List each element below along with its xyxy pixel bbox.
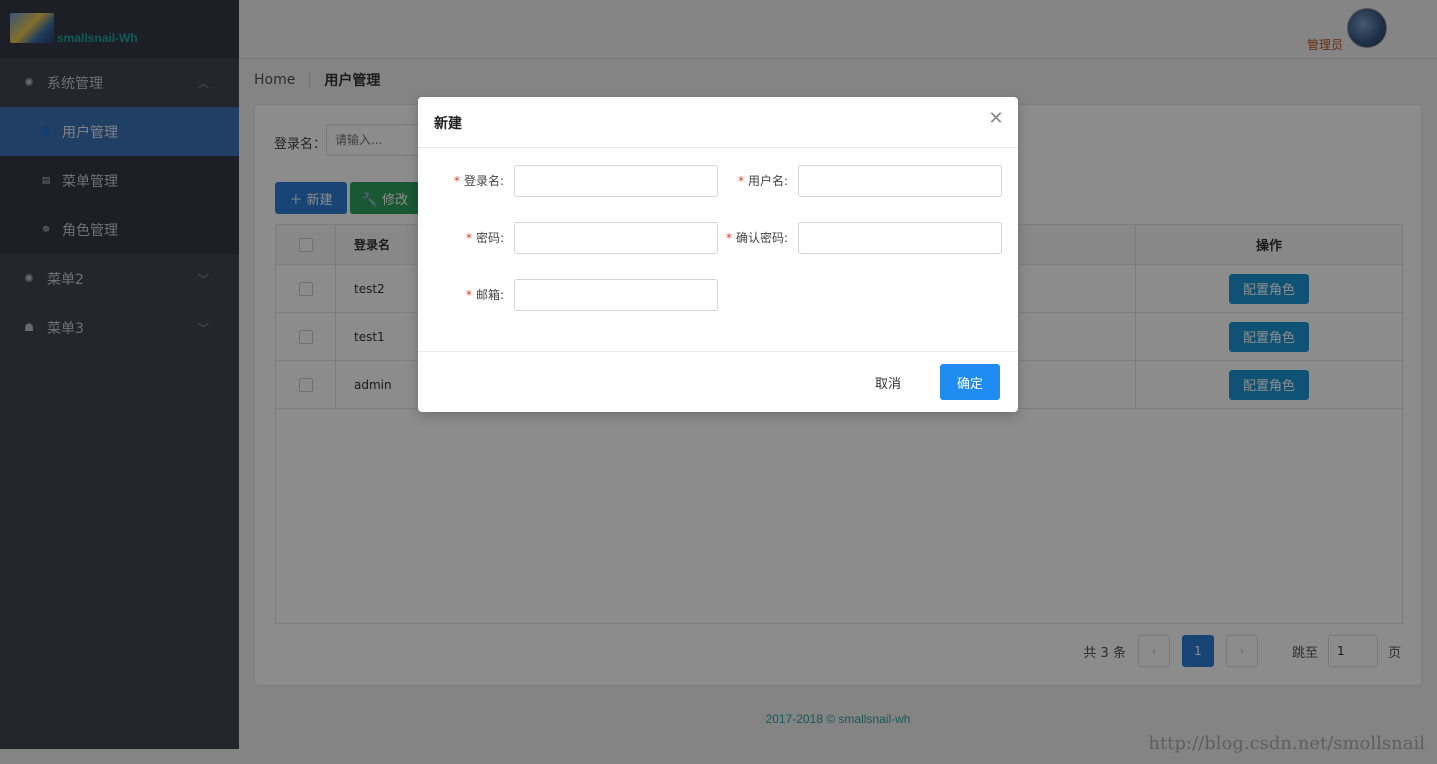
new-user-dialog: 新建 ✕ * 登录名: * 用户名: * 密码: * 确认密码: * 邮箱: 取消 确定 <box>418 97 1018 412</box>
login-name-label: * 登录名: <box>453 174 504 188</box>
confirm-password-field[interactable] <box>798 222 1002 254</box>
required-marker: * <box>737 174 744 188</box>
required-marker: * <box>453 174 460 188</box>
close-icon[interactable]: ✕ <box>988 110 1004 128</box>
user-name-field[interactable] <box>798 165 1002 197</box>
dialog-title: 新建 <box>434 116 462 132</box>
password-label: * 密码: <box>465 231 504 245</box>
email-label: * 邮箱: <box>465 288 504 302</box>
password-field[interactable] <box>514 222 718 254</box>
required-marker: * <box>465 288 472 302</box>
confirm-button[interactable]: 确定 <box>940 364 1000 400</box>
dialog-header: 新建 ✕ <box>418 97 1018 148</box>
required-marker: * <box>465 231 472 245</box>
user-name-label: * 用户名: <box>737 174 788 188</box>
email-field[interactable] <box>514 279 718 311</box>
confirm-password-label: * 确认密码: <box>725 231 788 245</box>
required-marker: * <box>725 231 732 245</box>
cancel-button[interactable]: 取消 <box>858 364 918 400</box>
dialog-footer: 取消 确定 <box>418 351 1018 412</box>
login-name-field[interactable] <box>514 165 718 197</box>
